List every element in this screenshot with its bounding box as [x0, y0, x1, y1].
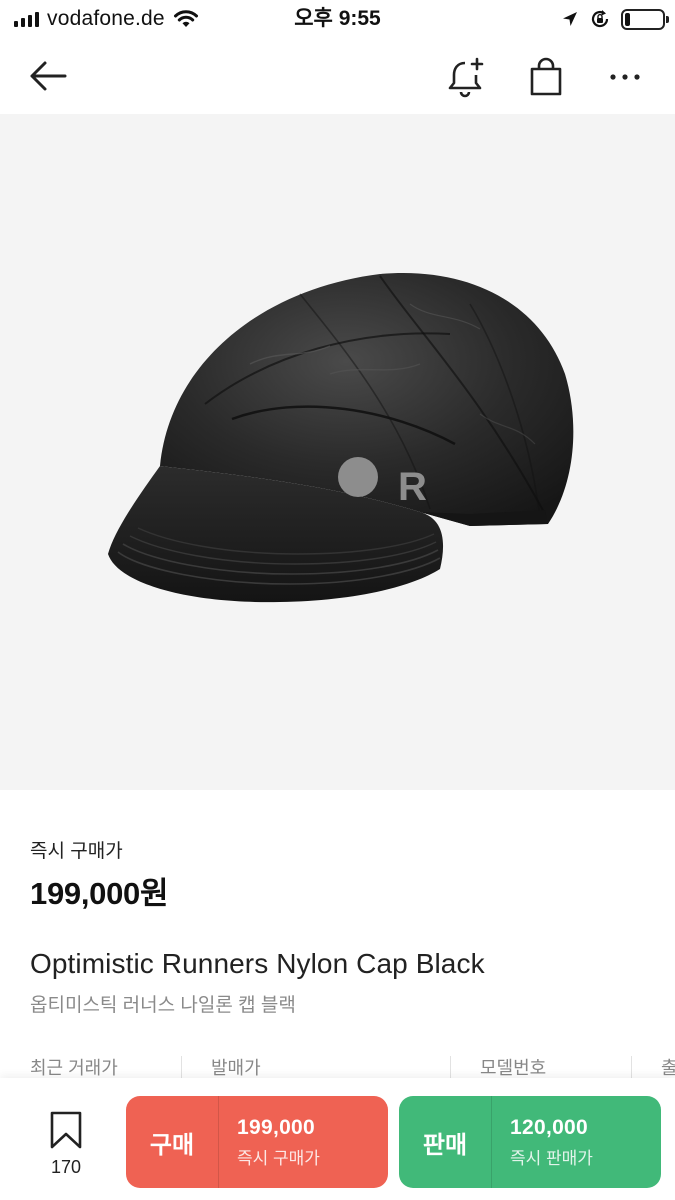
- buy-price-block: 199,000 즉시 구매가: [219, 1096, 388, 1188]
- battery-level: [625, 12, 630, 26]
- product-page: vodafone.de 오후 9:55 R 즉시 구매가 199,000원 Op…: [0, 0, 675, 1200]
- wishlist-button[interactable]: 170: [40, 1110, 92, 1178]
- location-arrow-icon: [563, 12, 577, 26]
- signal-icon: [14, 11, 39, 27]
- product-image[interactable]: R: [0, 114, 675, 790]
- logo-text: R: [398, 465, 427, 509]
- logo-dot: [338, 457, 378, 497]
- price-value: 199,000원: [30, 876, 169, 911]
- bookmark-icon: [50, 1111, 82, 1149]
- sell-price: 120,000: [510, 1115, 589, 1139]
- bottom-action-bar: 170 구매 199,000 즉시 구매가 판매 120,000 즉시 판매가: [0, 1078, 675, 1200]
- spec-model-number: 모델번호: [480, 1058, 547, 1078]
- buy-price: 199,000: [237, 1115, 316, 1139]
- black-nylon-cap-photo: R: [108, 272, 574, 603]
- wifi-icon: [173, 10, 198, 27]
- bell-plus-icon[interactable]: [440, 52, 492, 102]
- nav-bar: [0, 40, 675, 114]
- wishlist-count: 170: [50, 1157, 82, 1177]
- product-name-en: Optimistic Runners Nylon Cap Black: [30, 948, 485, 979]
- more-icon[interactable]: [600, 52, 650, 102]
- status-left: vodafone.de: [14, 6, 199, 32]
- status-right: [561, 6, 669, 32]
- buy-label: 구매: [149, 1131, 195, 1159]
- spec-recent-price: 최근 거래가: [30, 1058, 118, 1078]
- spec-release-price: 발매가: [211, 1058, 261, 1078]
- spec-release-date: 출: [661, 1058, 675, 1078]
- back-arrow-icon[interactable]: [22, 54, 74, 98]
- sell-price-label: 즉시 판매가: [510, 1148, 593, 1168]
- buy-price-label: 즉시 구매가: [237, 1148, 320, 1168]
- rotation-lock-icon: [591, 10, 609, 28]
- sell-label: 판매: [422, 1131, 468, 1159]
- battery-icon: [621, 8, 669, 30]
- product-name-ko: 옵티미스틱 러너스 나일론 캡 블랙: [30, 995, 296, 1016]
- status-bar: vodafone.de 오후 9:55: [0, 0, 675, 40]
- price-label: 즉시 구매가: [30, 841, 123, 862]
- sell-price-block: 120,000 즉시 판매가: [492, 1096, 661, 1188]
- shopping-bag-icon[interactable]: [520, 52, 572, 102]
- sell-button[interactable]: 판매 120,000 즉시 판매가: [399, 1096, 661, 1188]
- buy-button[interactable]: 구매 199,000 즉시 구매가: [126, 1096, 388, 1188]
- carrier-name: vodafone.de: [47, 7, 165, 30]
